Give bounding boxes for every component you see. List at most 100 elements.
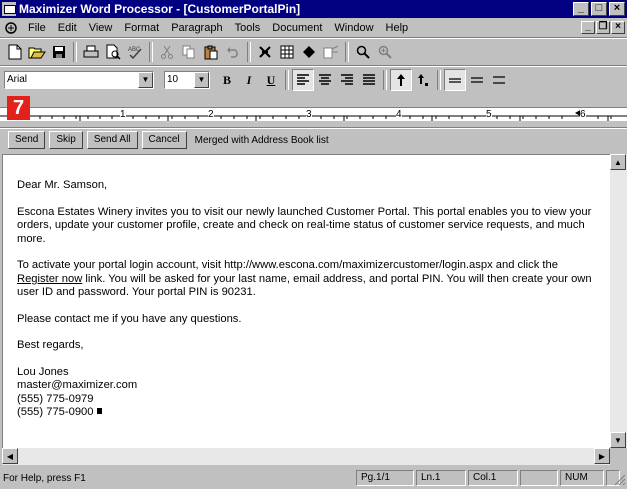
toolbar-separator bbox=[345, 42, 349, 62]
bold-button[interactable]: B bbox=[216, 69, 238, 91]
ruler[interactable]: 1 2 3 4 5 6 7 bbox=[0, 95, 627, 127]
menu-bar: File Edit View Format Paragraph Tools Do… bbox=[0, 19, 627, 37]
end-of-document-marker bbox=[96, 408, 102, 414]
ruler-mark-3: 3 bbox=[306, 109, 312, 120]
save-disk-icon[interactable] bbox=[48, 41, 70, 63]
ruler-mark-2: 2 bbox=[208, 109, 214, 120]
scroll-right-arrow-icon[interactable]: ▶ bbox=[594, 448, 610, 464]
page-indicator: Pg.1/1 bbox=[356, 470, 414, 486]
title-bar[interactable]: Maximizer Word Processor - [CustomerPort… bbox=[0, 0, 627, 18]
send-all-label: Send All bbox=[93, 134, 131, 145]
font-value: Arial bbox=[7, 74, 28, 85]
letter-body[interactable]: Dear Mr. Samson, Escona Estates Winery i… bbox=[17, 179, 597, 420]
chevron-down-icon[interactable]: ▼ bbox=[138, 72, 153, 88]
num-lock-indicator: NUM bbox=[560, 470, 604, 486]
app-icon[interactable] bbox=[2, 2, 16, 16]
para2-text-before: To activate your portal login account, v… bbox=[17, 259, 558, 271]
justify-icon[interactable] bbox=[358, 69, 380, 91]
cut-icon[interactable] bbox=[156, 41, 178, 63]
letter-paragraph-2: To activate your portal login account, v… bbox=[17, 259, 597, 300]
maximize-button[interactable]: □ bbox=[591, 2, 607, 16]
standard-toolbar: ABC bbox=[0, 39, 627, 65]
zoom-icon[interactable] bbox=[374, 41, 396, 63]
window-title: Maximizer Word Processor - [CustomerPort… bbox=[19, 2, 301, 16]
menu-window[interactable]: Window bbox=[328, 22, 379, 34]
send-label: Send bbox=[15, 134, 39, 145]
paste-icon[interactable] bbox=[200, 41, 222, 63]
menu-view[interactable]: View bbox=[83, 22, 119, 34]
align-left-icon[interactable] bbox=[292, 69, 314, 91]
signature-phone-2: (555) 775-0900 bbox=[17, 406, 94, 418]
resize-grip-icon[interactable] bbox=[614, 474, 626, 486]
font-select[interactable]: Arial ▼ bbox=[4, 71, 154, 89]
scroll-up-arrow-icon[interactable]: ▲ bbox=[610, 154, 626, 170]
menu-document[interactable]: Document bbox=[266, 22, 328, 34]
spellcheck-icon[interactable]: ABC bbox=[124, 41, 146, 63]
menu-tools[interactable]: Tools bbox=[229, 22, 267, 34]
doc-close-button[interactable]: × bbox=[611, 21, 625, 34]
letter-paragraph-1: Escona Estates Winery invites you to vis… bbox=[17, 205, 592, 245]
align-center-icon[interactable] bbox=[314, 69, 336, 91]
menu-help[interactable]: Help bbox=[380, 22, 415, 34]
double-space-icon[interactable] bbox=[488, 69, 510, 91]
merge-fields-icon[interactable] bbox=[298, 41, 320, 63]
one-half-space-icon[interactable] bbox=[466, 69, 488, 91]
signature-phone-2-row: (555) 775-0900 bbox=[17, 406, 597, 420]
letter-greeting: Dear Mr. Samson, bbox=[17, 179, 108, 191]
cancel-button[interactable]: Cancel bbox=[141, 131, 187, 149]
step-number-badge: 7 bbox=[7, 96, 30, 120]
send-button[interactable]: Send bbox=[8, 131, 46, 149]
document-menu-icon[interactable] bbox=[3, 20, 19, 36]
help-hint: For Help, press F1 bbox=[3, 472, 86, 484]
insert-field-icon[interactable] bbox=[254, 41, 276, 63]
doc-minimize-button[interactable]: _ bbox=[581, 21, 595, 34]
app-window: Maximizer Word Processor - [CustomerPort… bbox=[0, 0, 627, 489]
skip-label: Skip bbox=[56, 134, 76, 145]
register-now-link[interactable]: Register now bbox=[17, 273, 82, 285]
menu-edit[interactable]: Edit bbox=[52, 22, 83, 34]
merge-options-icon[interactable] bbox=[320, 41, 342, 63]
letter-closing: Best regards, bbox=[17, 339, 84, 351]
menu-paragraph[interactable]: Paragraph bbox=[165, 22, 228, 34]
open-folder-icon[interactable] bbox=[26, 41, 48, 63]
skip-button[interactable]: Skip bbox=[49, 131, 83, 149]
document-editor[interactable]: Dear Mr. Samson, Escona Estates Winery i… bbox=[2, 154, 610, 448]
line-indicator: Ln.1 bbox=[416, 470, 466, 486]
find-icon[interactable] bbox=[352, 41, 374, 63]
doc-restore-button[interactable]: ❐ bbox=[596, 21, 610, 34]
undo-icon[interactable] bbox=[222, 41, 244, 63]
italic-button[interactable]: I bbox=[238, 69, 260, 91]
single-space-icon[interactable] bbox=[444, 69, 466, 91]
spacing-down-icon[interactable] bbox=[412, 69, 434, 91]
scroll-down-arrow-icon[interactable]: ▼ bbox=[610, 432, 626, 448]
toolbar-separator bbox=[285, 70, 289, 90]
merge-bar: Send Skip Send All Cancel Merged with Ad… bbox=[0, 129, 627, 151]
send-all-button[interactable]: Send All bbox=[86, 131, 138, 149]
menu-format[interactable]: Format bbox=[118, 22, 165, 34]
letter-paragraph-3: Please contact me if you have any questi… bbox=[17, 312, 242, 325]
print-preview-icon[interactable] bbox=[102, 41, 124, 63]
ruler-strip[interactable] bbox=[0, 107, 627, 121]
minimize-button[interactable]: _ bbox=[573, 2, 589, 16]
close-button[interactable]: × bbox=[609, 2, 625, 16]
vertical-scrollbar[interactable]: ▲ ▼ bbox=[610, 154, 627, 448]
align-right-icon[interactable] bbox=[336, 69, 358, 91]
empty-status-panel bbox=[520, 470, 558, 486]
column-indicator: Col.1 bbox=[468, 470, 518, 486]
underline-button[interactable]: U bbox=[260, 69, 282, 91]
ruler-mark-5: 5 bbox=[486, 109, 492, 120]
toolbar-separator bbox=[73, 42, 77, 62]
scroll-left-arrow-icon[interactable]: ◀ bbox=[2, 448, 18, 464]
spacing-up-icon[interactable] bbox=[390, 69, 412, 91]
toolbar-separator bbox=[383, 70, 387, 90]
status-bar: For Help, press F1 Pg.1/1 Ln.1 Col.1 NUM bbox=[0, 468, 627, 488]
font-size-select[interactable]: 10 ▼ bbox=[164, 71, 210, 89]
table-icon[interactable] bbox=[276, 41, 298, 63]
menu-file[interactable]: File bbox=[22, 22, 52, 34]
horizontal-scrollbar[interactable]: ◀ ▶ bbox=[2, 448, 610, 465]
new-document-icon[interactable] bbox=[4, 41, 26, 63]
copy-icon[interactable] bbox=[178, 41, 200, 63]
chevron-down-icon[interactable]: ▼ bbox=[194, 72, 209, 88]
ruler-mark-6: 6 bbox=[580, 109, 586, 120]
print-icon[interactable] bbox=[80, 41, 102, 63]
